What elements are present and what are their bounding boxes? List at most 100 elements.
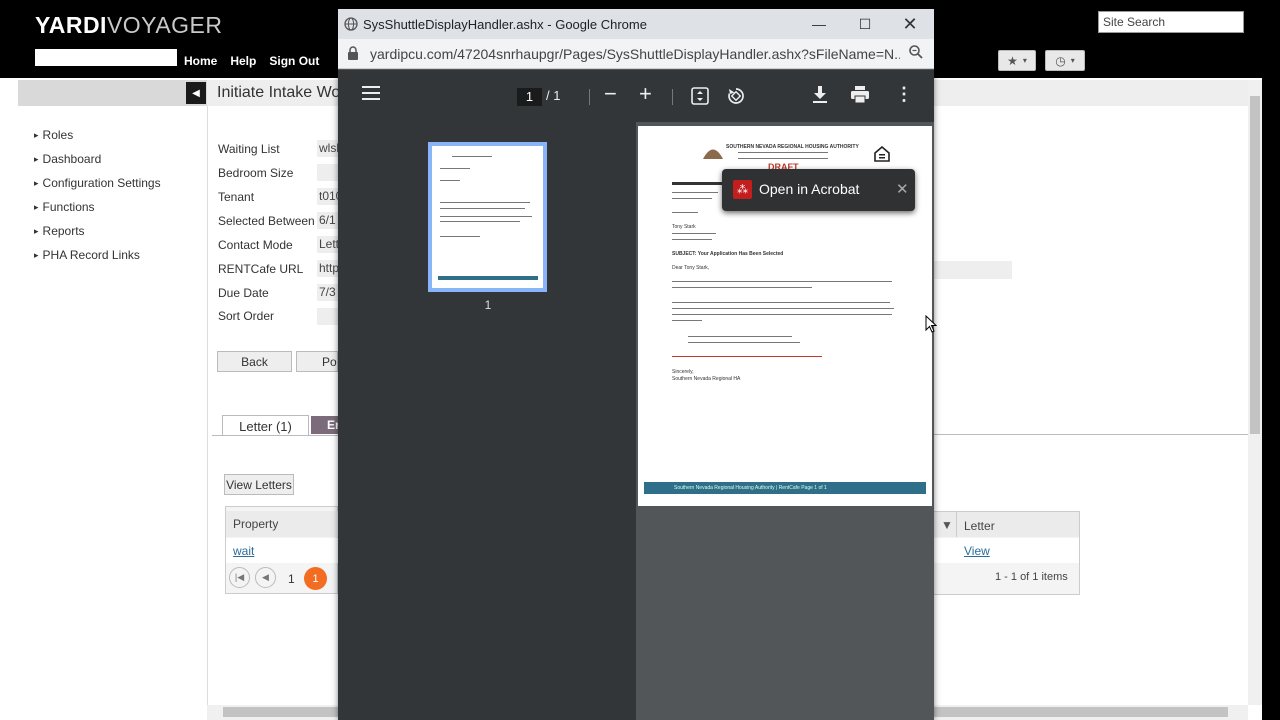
favorites-button[interactable]: ★ ▾ xyxy=(998,50,1036,71)
print-button[interactable] xyxy=(850,86,870,104)
top-search-input[interactable] xyxy=(35,49,177,66)
grid-header-right: ▼ Letter xyxy=(933,512,1079,537)
sidebar-strip xyxy=(0,78,18,720)
hamburger-menu-icon xyxy=(362,86,380,100)
back-button[interactable]: Back xyxy=(217,351,292,372)
right-margin xyxy=(1262,78,1280,720)
mouse-cursor-icon xyxy=(925,315,937,333)
yardi-logo: YARDIVOYAGER xyxy=(35,12,223,38)
history-button[interactable]: ◷ ▾ xyxy=(1045,50,1085,71)
zoom-out-button[interactable]: − xyxy=(604,81,617,107)
label-selected-between: Selected Between xyxy=(218,214,315,228)
prev-page-icon: ◀ xyxy=(262,572,269,582)
sidebar: Roles Dashboard Configuration Settings F… xyxy=(18,106,206,720)
pdf-viewer-pane: SOUTHERN NEVADA REGIONAL HOUSING AUTHORI… xyxy=(636,122,934,720)
menu-button[interactable] xyxy=(362,86,380,100)
page-number-input[interactable]: 1 xyxy=(517,88,542,106)
pager-current-page[interactable]: 1 xyxy=(304,567,327,590)
rotate-button[interactable] xyxy=(727,87,745,105)
thumbnail-page-image xyxy=(432,146,543,288)
maximize-icon: ☐ xyxy=(858,15,872,32)
zoom-in-button[interactable]: + xyxy=(639,81,652,107)
window-title: SysShuttleDisplayHandler.ashx - Google C… xyxy=(363,17,647,32)
top-nav: Home Help Sign Out xyxy=(184,54,319,68)
thumbnail-page-number: 1 xyxy=(484,298,492,312)
nav-help[interactable]: Help xyxy=(230,54,256,68)
selected-between-field[interactable]: 6/1 xyxy=(317,212,338,229)
tab-letter[interactable]: Letter (1) xyxy=(222,415,309,436)
label-bedroom-size: Bedroom Size xyxy=(218,166,294,180)
more-options-button[interactable]: ⋮ xyxy=(895,84,913,105)
nav-home[interactable]: Home xyxy=(184,54,217,68)
waiting-list-field[interactable]: wlsb xyxy=(317,140,338,157)
acrobat-icon: ⁂ xyxy=(733,180,752,199)
chrome-title-bar: SysShuttleDisplayHandler.ashx - Google C… xyxy=(338,9,934,39)
nav-sign-out[interactable]: Sign Out xyxy=(269,54,319,68)
tenant-field[interactable]: t010 xyxy=(317,188,338,205)
letter-subject: SUBJECT: Your Application Has Been Selec… xyxy=(672,251,784,257)
open-in-acrobat-label[interactable]: Open in Acrobat xyxy=(759,181,859,197)
pager-prev-button[interactable]: ◀ xyxy=(255,567,276,588)
close-window-button[interactable]: ✕ xyxy=(895,13,925,35)
vertical-scrollbar[interactable] xyxy=(1248,80,1262,705)
pager-summary: 1 - 1 of 1 items xyxy=(995,571,1068,583)
caret-left-icon: ◀ xyxy=(192,87,200,99)
tab-divider-right xyxy=(933,434,1248,435)
view-letters-button[interactable]: View Letters xyxy=(224,474,294,495)
sidebar-item-roles[interactable]: Roles xyxy=(34,128,206,152)
download-button[interactable] xyxy=(812,86,828,104)
property-link[interactable]: wait xyxy=(233,544,254,558)
sidebar-item-reports[interactable]: Reports xyxy=(34,224,206,248)
label-waiting-list: Waiting List xyxy=(218,142,280,156)
pager-first-button[interactable]: |◀ xyxy=(229,567,250,588)
site-search-input[interactable]: Site Search xyxy=(1098,11,1244,33)
view-letter-link[interactable]: View xyxy=(964,544,990,558)
first-page-icon: |◀ xyxy=(234,572,245,582)
label-tenant: Tenant xyxy=(218,190,255,204)
sort-order-field[interactable] xyxy=(317,308,338,325)
housing-authority-logo xyxy=(703,149,723,159)
chevron-down-icon: ▾ xyxy=(1022,56,1027,65)
pdf-toolbar: 1 / 1 − + ⋮ xyxy=(338,70,934,122)
pager-page-number[interactable]: 1 xyxy=(288,572,295,586)
page-thumbnail[interactable] xyxy=(428,142,547,292)
contact-mode-field[interactable]: Lett xyxy=(317,236,338,253)
close-icon[interactable]: ✕ xyxy=(896,180,909,198)
table-row: wait xyxy=(226,538,338,563)
address-bar[interactable]: yardipcu.com/47204snrhaupgr/Pages/SysShu… xyxy=(338,39,934,69)
sidebar-item-pha-record-links[interactable]: PHA Record Links xyxy=(34,248,206,272)
scroll-thumb[interactable] xyxy=(1250,96,1260,434)
filter-icon[interactable]: ▼ xyxy=(941,518,953,532)
column-header-letter[interactable]: Letter xyxy=(964,519,995,533)
letter-footer: Southern Nevada Regional Housing Authori… xyxy=(644,482,926,494)
minus-icon: − xyxy=(604,81,617,106)
post-button[interactable]: Post xyxy=(296,351,338,372)
maximize-button[interactable]: ☐ xyxy=(850,13,880,35)
url-text[interactable]: yardipcu.com/47204snrhaupgr/Pages/SysShu… xyxy=(370,46,900,62)
sidebar-item-functions[interactable]: Functions xyxy=(34,200,206,224)
letter-closing: Sincerely, xyxy=(672,369,694,375)
rentcafe-url-field[interactable]: http xyxy=(317,260,338,277)
minimize-button[interactable]: — xyxy=(804,13,834,35)
print-icon xyxy=(851,86,869,104)
download-icon xyxy=(813,86,827,103)
zoom-icon[interactable] xyxy=(908,44,924,60)
toolbar-separator xyxy=(589,89,590,105)
star-icon: ★ xyxy=(1007,53,1018,68)
fit-page-button[interactable] xyxy=(691,87,709,105)
letter-signature: Southern Nevada Regional HA xyxy=(672,376,741,382)
due-date-field[interactable]: 7/3 xyxy=(317,284,338,301)
more-vertical-icon: ⋮ xyxy=(895,84,913,104)
sidebar-item-dashboard[interactable]: Dashboard xyxy=(34,152,206,176)
tab-email[interactable]: Em xyxy=(311,416,338,434)
open-in-acrobat-banner[interactable]: ⁂ Open in Acrobat ✕ xyxy=(722,169,915,211)
minimize-icon: — xyxy=(812,16,826,32)
bedroom-size-field[interactable] xyxy=(317,164,338,181)
column-header-property[interactable]: Property xyxy=(226,511,338,537)
lock-icon xyxy=(348,46,358,60)
sidebar-item-configuration-settings[interactable]: Configuration Settings xyxy=(34,176,206,200)
chevron-down-icon: ▾ xyxy=(1070,56,1075,65)
tab-divider xyxy=(212,435,338,436)
collapse-sidebar-button[interactable]: ◀ xyxy=(186,82,206,104)
fit-to-page-icon xyxy=(691,87,709,105)
